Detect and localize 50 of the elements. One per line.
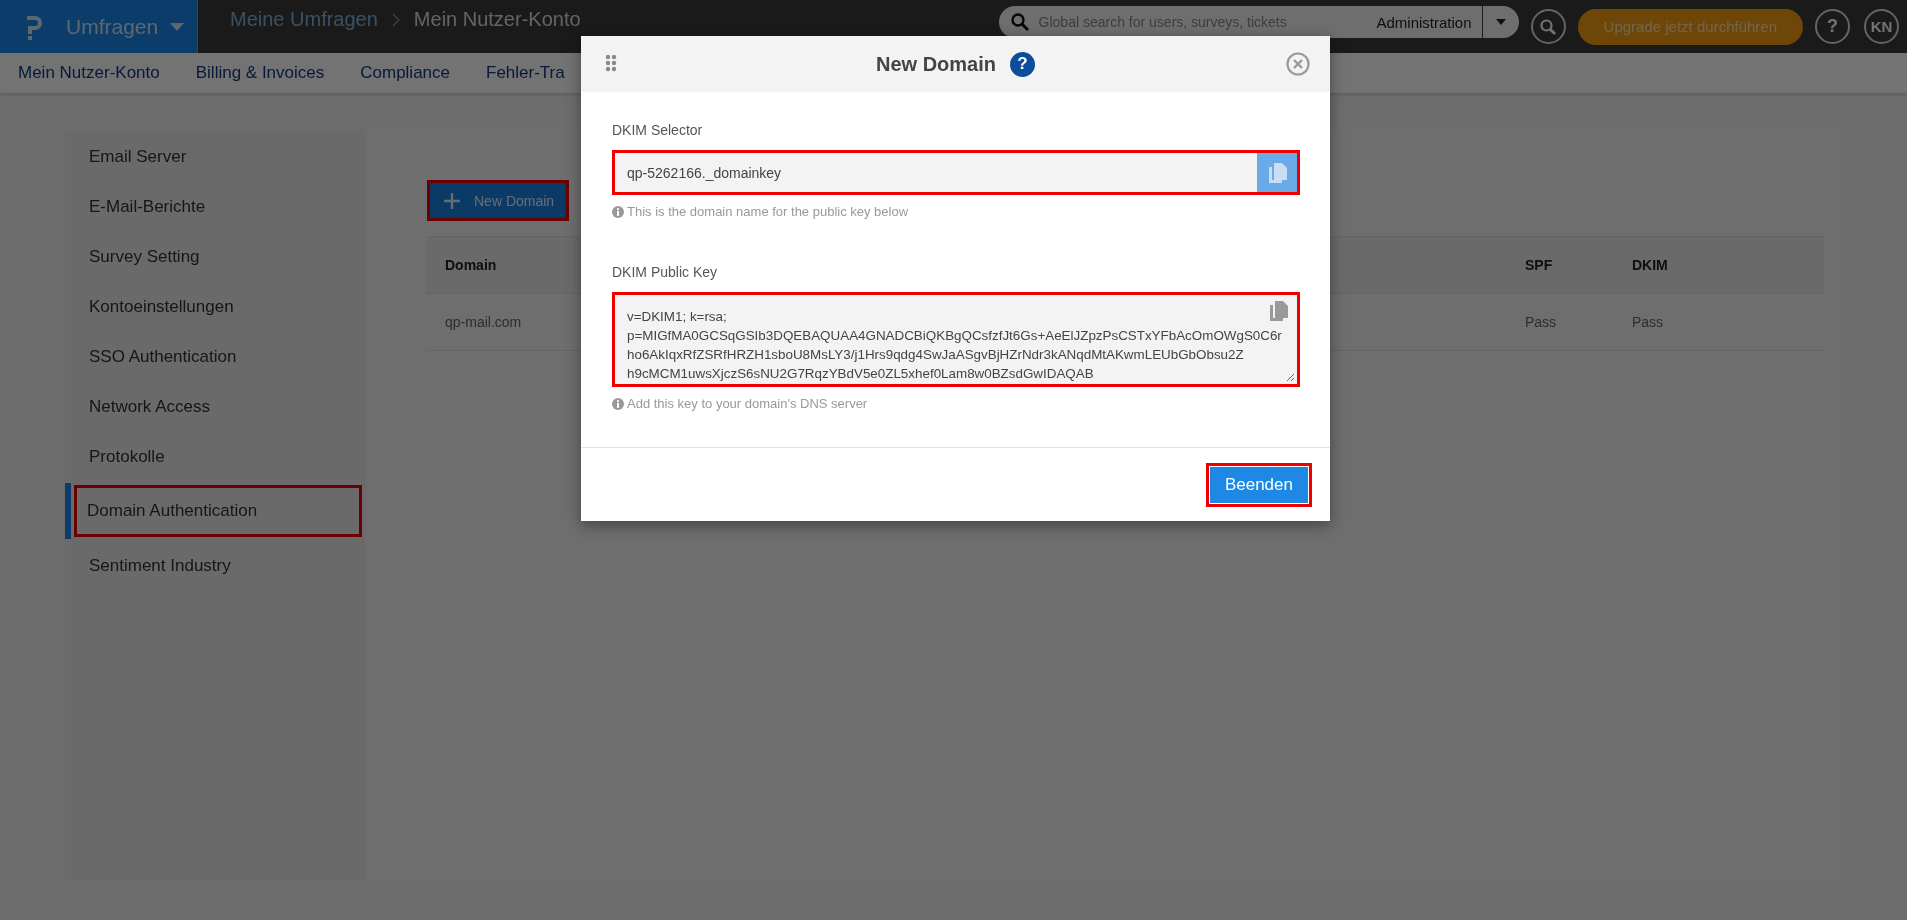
info-icon: [612, 397, 624, 410]
help-button[interactable]: ?: [1815, 9, 1850, 44]
table-cell: Pass: [1525, 314, 1557, 330]
close-button[interactable]: [1286, 52, 1310, 76]
dialog-title: New Domain: [876, 52, 996, 76]
sidebar-item[interactable]: SSO Authentication: [65, 332, 365, 382]
sidebar-item[interactable]: Network Access: [65, 382, 365, 432]
table-cell: Pass: [1632, 314, 1664, 330]
caret-icon: [1495, 19, 1506, 25]
close-icon: [1286, 52, 1310, 76]
column-header: Domain: [445, 257, 497, 273]
nav-tab[interactable]: Mein Nutzer-Konto: [18, 63, 160, 83]
drag-handle-icon: [605, 55, 617, 73]
search-icon: [1010, 13, 1029, 31]
search-button[interactable]: [1530, 9, 1566, 44]
breadcrumb-current: Mein Nutzer-Konto: [413, 8, 581, 31]
field-hint: Add this key to your domain's DNS server: [627, 396, 868, 411]
sidebar-item[interactable]: Email Server: [65, 132, 365, 182]
chevron-right-icon: [391, 12, 400, 27]
column-header: SPF: [1525, 257, 1553, 273]
selector-field[interactable]: qp-5262166._domainkey: [612, 150, 1300, 195]
sidebar-item[interactable]: Kontoeinstellungen: [65, 282, 365, 332]
copy-icon: [1268, 301, 1288, 321]
nav-tab[interactable]: Compliance: [360, 63, 450, 83]
caret-icon: [170, 22, 185, 31]
search-icon: [1540, 18, 1557, 35]
sidebar-item[interactable]: Sentiment Industry: [65, 541, 365, 591]
breadcrumb-link[interactable]: Meine Umfragen: [230, 8, 378, 31]
table-cell: qp-mail.com: [445, 314, 522, 330]
field-label: DKIM Selector: [612, 122, 704, 138]
public-key-field[interactable]: v=DKIM1; k=rsa; p=MIGfMA0GCSqGSIb3DQEBAQUAA4GNADCBiQKBgQCsfzfJt6Gs+AeElJZpzPsCSTxYFbAcOmOWgS0C6r ho6AkIqxRfZSRfHRZH1sboU8MsLY3/j1Hrs9qdg4SwJaASgvBjHZrNdr3kANqdMtAKwmLEUbGbObsu2Z h9cMCM1uwsXjczS6sNU2G7RqzYBdV5e0ZL5xhef0Lam8w0BZsdGwIDAQAB: [612, 292, 1300, 387]
nav-tab[interactable]: Billing & Invoices: [195, 63, 325, 83]
plus-icon: [444, 192, 460, 209]
copy-button[interactable]: [1257, 153, 1297, 192]
sidebar-item[interactable]: E-Mail-Berichte: [65, 182, 365, 232]
finish-button[interactable]: Beenden: [1205, 462, 1312, 507]
info-icon: [612, 205, 624, 218]
nav-tab[interactable]: Fehler-Tra: [486, 63, 565, 83]
field-hint: This is the domain name for the public key below: [627, 204, 909, 219]
copy-button[interactable]: [1268, 301, 1288, 321]
sidebar-item[interactable]: Protokolle: [65, 432, 365, 482]
column-header: DKIM: [1632, 257, 1668, 273]
field-label: DKIM Public Key: [612, 264, 719, 280]
resize-grip-icon: [1286, 373, 1295, 382]
sidebar-item[interactable]: Survey Setting: [65, 232, 365, 282]
user-avatar[interactable]: KN: [1864, 9, 1899, 44]
copy-icon: [1267, 162, 1287, 183]
help-icon-button[interactable]: ?: [1010, 51, 1035, 77]
search-scope[interactable]: Administration: [1376, 6, 1483, 38]
new-domain-button[interactable]: New Domain: [427, 180, 570, 221]
